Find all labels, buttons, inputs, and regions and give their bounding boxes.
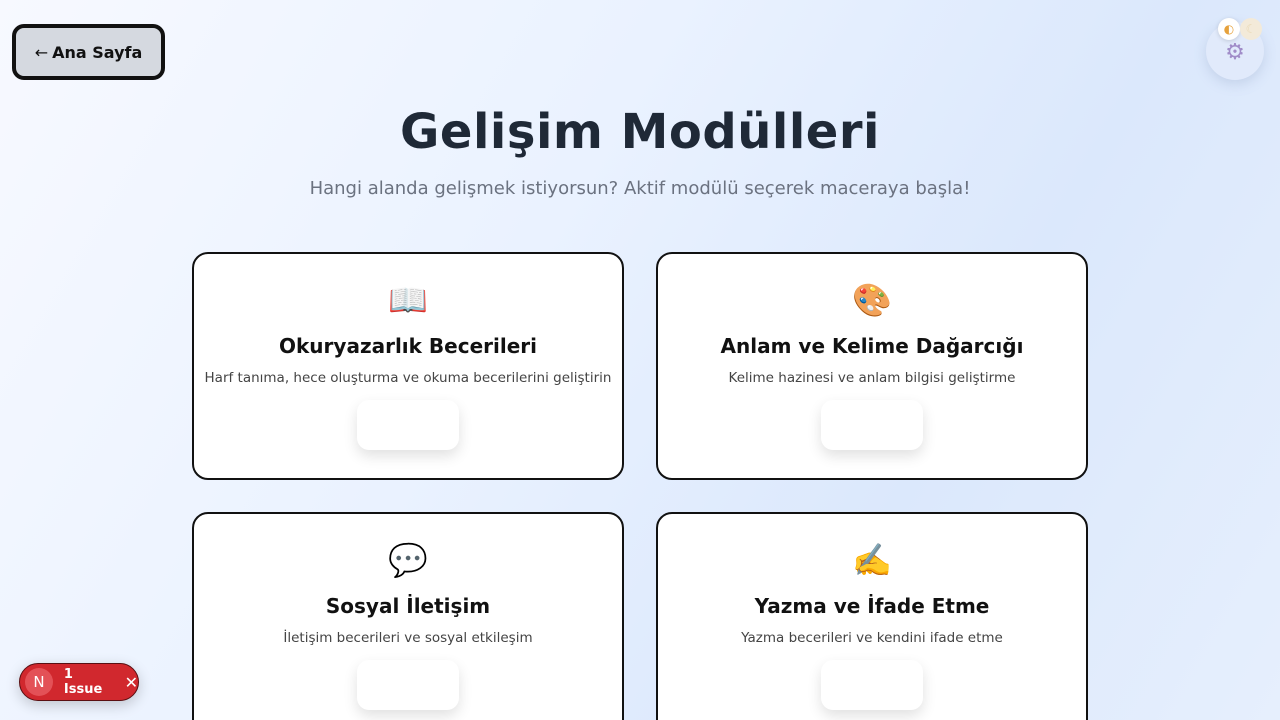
palette-icon: 🎨: [852, 281, 892, 319]
page-title: Gelişim Modülleri: [400, 104, 880, 160]
module-start-button[interactable]: [821, 660, 923, 710]
close-icon[interactable]: ✕: [125, 673, 138, 692]
module-description: İletişim becerileri ve sosyal etkileşim: [283, 630, 533, 646]
light-theme-toggle[interactable]: ◐: [1218, 18, 1240, 40]
page-subtitle: Hangi alanda gelişmek istiyorsun? Aktif …: [309, 178, 971, 199]
module-title: Anlam ve Kelime Dağarcığı: [720, 334, 1024, 358]
module-start-button[interactable]: [357, 400, 459, 450]
issues-count: 1 Issue: [63, 667, 103, 697]
module-card-writing[interactable]: ✍️ Yazma ve İfade Etme Yazma becerileri …: [656, 512, 1088, 720]
open-book-icon: 📖: [388, 281, 428, 319]
module-card-vocabulary[interactable]: 🎨 Anlam ve Kelime Dağarcığı Kelime hazin…: [656, 252, 1088, 480]
back-button-label: Ana Sayfa: [52, 42, 143, 62]
speech-bubble-icon: 💬: [388, 541, 428, 579]
module-start-button[interactable]: [821, 400, 923, 450]
left-arrow-icon: ←: [34, 42, 49, 62]
module-description: Yazma becerileri ve kendini ifade etme: [741, 630, 1003, 646]
issues-badge[interactable]: N 1 Issue ✕: [19, 663, 139, 701]
module-description: Harf tanıma, hece oluşturma ve okuma bec…: [204, 370, 612, 386]
writing-hand-icon: ✍️: [852, 541, 892, 579]
module-title: Sosyal İletişim: [325, 594, 491, 618]
gear-icon: ⚙: [1225, 40, 1245, 65]
dark-theme-toggle[interactable]: ☾: [1240, 18, 1262, 40]
module-title: Okuryazarlık Becerileri: [279, 334, 537, 358]
home-back-button[interactable]: ← Ana Sayfa: [12, 24, 165, 80]
module-description: Kelime hazinesi ve anlam bilgisi gelişti…: [728, 370, 1016, 386]
module-start-button[interactable]: [357, 660, 459, 710]
nextjs-logo-icon: N: [25, 668, 53, 696]
module-card-literacy[interactable]: 📖 Okuryazarlık Becerileri Harf tanıma, h…: [192, 252, 624, 480]
module-card-social-communication[interactable]: 💬 Sosyal İletişim İletişim becerileri ve…: [192, 512, 624, 720]
module-title: Yazma ve İfade Etme: [754, 594, 990, 618]
